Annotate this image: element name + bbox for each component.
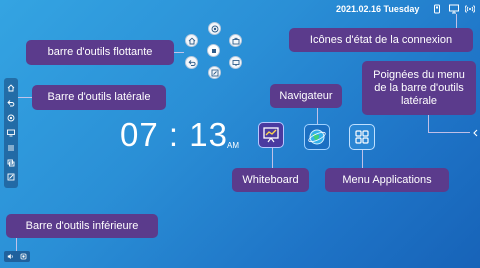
- bottom-toolbar-label: Barre d'outils inférieure: [6, 214, 158, 238]
- screen-share-icon[interactable]: [449, 4, 459, 14]
- connection-icons-connector: [456, 14, 457, 28]
- whiteboard-app-button[interactable]: [258, 122, 284, 148]
- briefcase-icon[interactable]: [229, 34, 242, 47]
- record-icon[interactable]: [20, 253, 27, 260]
- square-stop-icon[interactable]: [207, 44, 220, 57]
- navigator-app-button[interactable]: [304, 124, 330, 150]
- bottom-toolbar-connector: [16, 238, 17, 251]
- side-toolbar-label: Barre d'outils latérale: [32, 85, 166, 110]
- side-handles-label: Poignées du menu de la barre d'outils la…: [362, 61, 476, 115]
- edit-icon[interactable]: [6, 172, 16, 182]
- wireless-icon[interactable]: [465, 4, 475, 14]
- apps-menu-connector: [362, 150, 363, 168]
- settings-icon[interactable]: [6, 113, 16, 123]
- whiteboard-label: Whiteboard: [232, 168, 309, 192]
- navigator-label: Navigateur: [270, 84, 342, 108]
- navigator-connector: [317, 108, 318, 124]
- target-icon[interactable]: [208, 22, 221, 35]
- side-handles-connector-h: [428, 132, 470, 133]
- monitor-icon[interactable]: [229, 56, 242, 69]
- side-handles-connector-v: [428, 115, 429, 132]
- storage-icon[interactable]: [432, 4, 442, 14]
- status-datetime: 2021.02.16 Tuesday: [336, 4, 420, 14]
- floating-toolbar-connector: [174, 52, 184, 53]
- floating-toolbar-label: barre d'outils flottante: [26, 40, 174, 65]
- apps-menu-label: Menu Applications: [325, 168, 449, 192]
- whiteboard-icon: [263, 127, 279, 143]
- home-icon[interactable]: [6, 83, 16, 93]
- edit-icon[interactable]: [208, 66, 221, 79]
- side-toolbar: [4, 78, 18, 188]
- monitor-icon[interactable]: [6, 128, 16, 138]
- list-icon[interactable]: [6, 143, 16, 153]
- back-icon[interactable]: [185, 56, 198, 69]
- bottom-toolbar: [4, 251, 30, 262]
- apps-grid-icon: [355, 130, 369, 144]
- applications-app-button[interactable]: [349, 124, 375, 150]
- clock-period: AM: [227, 141, 239, 150]
- clock-time: 07 : 13: [120, 116, 228, 153]
- windows-icon[interactable]: [6, 158, 16, 168]
- whiteboard-connector: [272, 148, 273, 168]
- volume-icon[interactable]: [7, 253, 14, 260]
- back-icon[interactable]: [6, 98, 16, 108]
- globe-icon: [308, 129, 326, 145]
- home-icon[interactable]: [185, 34, 198, 47]
- side-toolbar-connector: [18, 97, 32, 98]
- side-toolbar-handle-icon[interactable]: [470, 126, 480, 138]
- connection-icons-label: Icônes d'état de la connexion: [289, 28, 473, 52]
